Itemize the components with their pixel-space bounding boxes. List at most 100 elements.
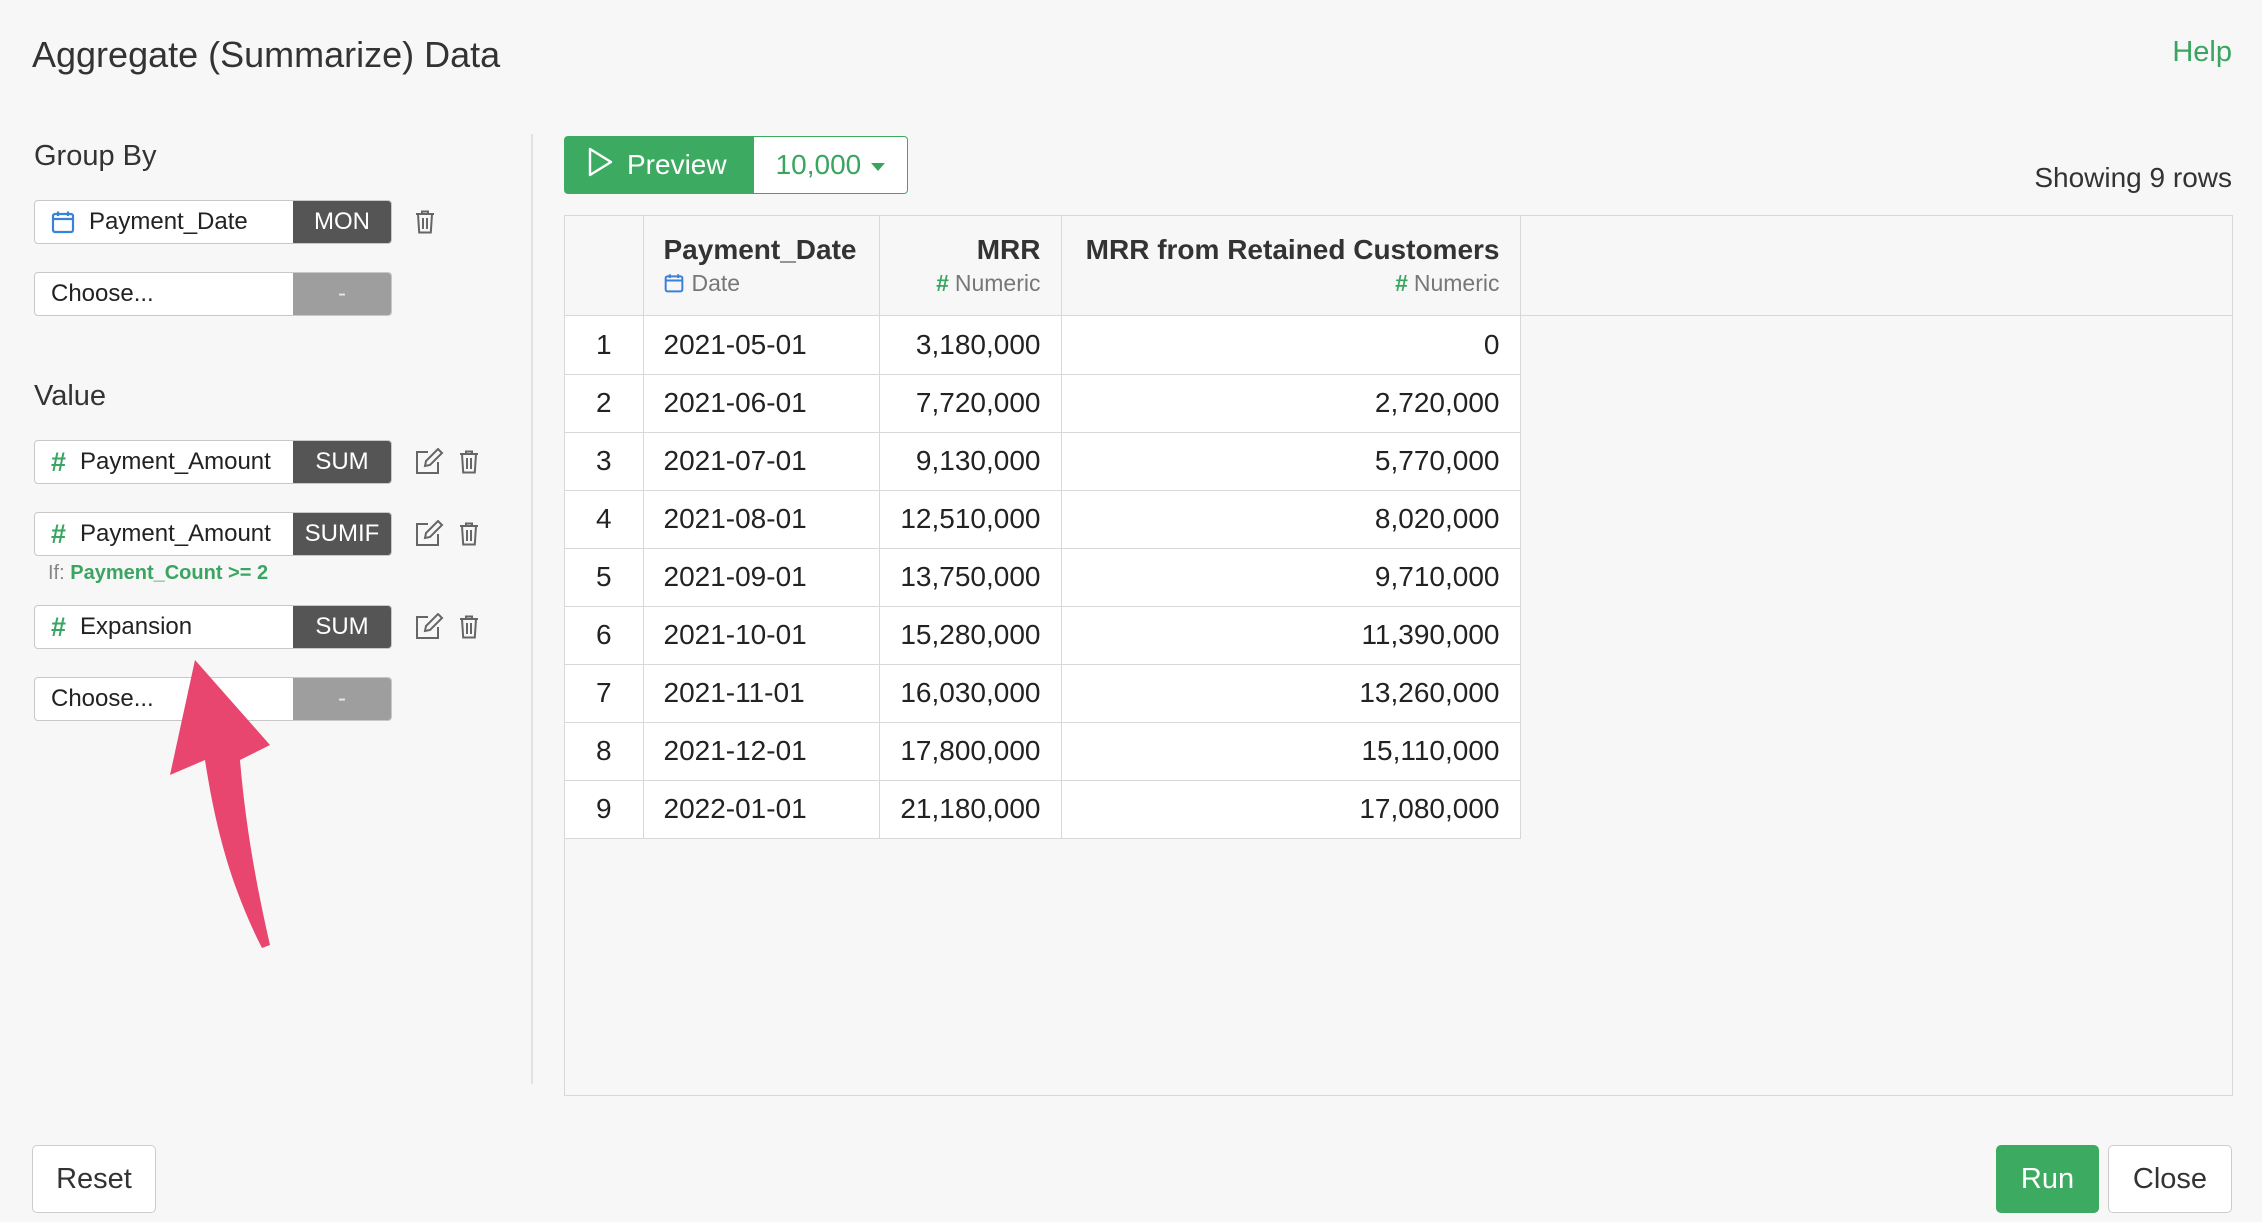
- table-cell[interactable]: 2021-08-01: [643, 490, 880, 549]
- table-row[interactable]: 4 2021-08-01 12,510,000 8,020,000: [565, 490, 1521, 549]
- column-header[interactable]: Payment_Date Date: [643, 216, 880, 316]
- edit-icon[interactable]: [414, 613, 444, 641]
- row-index-cell: 6: [565, 606, 644, 665]
- value-field-row: # Expansion SUM: [34, 605, 480, 649]
- value-function-badge[interactable]: SUM: [293, 606, 391, 648]
- table-row[interactable]: 8 2021-12-01 17,800,000 15,110,000: [565, 722, 1521, 781]
- table-cell[interactable]: 2021-12-01: [643, 722, 880, 781]
- group-by-field-row: Payment_Date MON: [34, 200, 436, 244]
- group-by-chooser[interactable]: Choose... -: [34, 272, 392, 316]
- table-cell[interactable]: 13,260,000: [1061, 664, 1521, 723]
- table-cell[interactable]: 8,020,000: [1061, 490, 1521, 549]
- table-cell[interactable]: 2022-01-01: [643, 780, 880, 839]
- value-field-name: Payment_Amount: [80, 448, 271, 475]
- hash-icon: #: [51, 611, 67, 642]
- column-header[interactable]: MRR from Retained Customers # Numeric: [1061, 216, 1521, 316]
- rows-limit-dropdown[interactable]: 10,000: [753, 136, 909, 194]
- column-name: MRR: [976, 234, 1041, 265]
- table-cell[interactable]: 5,770,000: [1061, 432, 1521, 491]
- hash-icon: #: [1395, 270, 1408, 296]
- preview-grid[interactable]: Payment_Date Date MRR # Numeric MRR from …: [564, 215, 2233, 1096]
- table-cell[interactable]: 17,080,000: [1061, 780, 1521, 839]
- table-cell[interactable]: 2021-05-01: [643, 316, 880, 375]
- trash-icon[interactable]: [414, 209, 436, 235]
- row-index-cell: 5: [565, 548, 644, 607]
- table-cell[interactable]: 17,800,000: [879, 722, 1062, 781]
- row-index-header: [565, 216, 644, 316]
- edit-icon[interactable]: [414, 520, 444, 548]
- column-type: Numeric: [1413, 270, 1500, 296]
- column-name: Payment_Date: [663, 234, 857, 265]
- group-by-chooser-function[interactable]: -: [293, 273, 391, 315]
- row-index-cell: 8: [565, 722, 644, 781]
- table-cell[interactable]: 21,180,000: [879, 780, 1062, 839]
- preview-button[interactable]: Preview: [564, 136, 754, 194]
- value-chooser-function[interactable]: -: [293, 678, 391, 720]
- column-type: Numeric: [954, 270, 1041, 296]
- table-cell[interactable]: 12,510,000: [879, 490, 1062, 549]
- table-cell[interactable]: 2021-06-01: [643, 374, 880, 433]
- table-cell[interactable]: 2,720,000: [1061, 374, 1521, 433]
- group-by-field[interactable]: Payment_Date MON: [34, 200, 392, 244]
- calendar-icon: [51, 210, 75, 234]
- row-index-cell: 2: [565, 374, 644, 433]
- table-cell[interactable]: 15,110,000: [1061, 722, 1521, 781]
- row-index-cell: 9: [565, 780, 644, 839]
- table-row[interactable]: 5 2021-09-01 13,750,000 9,710,000: [565, 548, 1521, 607]
- value-field-row: # Payment_Amount SUM: [34, 440, 480, 484]
- group-by-label: Group By: [34, 140, 157, 172]
- value-field[interactable]: # Payment_Amount SUMIF: [34, 512, 392, 556]
- table-cell[interactable]: 2021-11-01: [643, 664, 880, 723]
- hash-icon: #: [51, 518, 67, 549]
- value-field[interactable]: # Payment_Amount SUM: [34, 440, 392, 484]
- play-icon: [587, 147, 613, 184]
- table-cell[interactable]: 9,710,000: [1061, 548, 1521, 607]
- table-cell[interactable]: 2021-09-01: [643, 548, 880, 607]
- row-index-cell: 7: [565, 664, 644, 723]
- help-link[interactable]: Help: [2172, 36, 2232, 69]
- value-field[interactable]: # Expansion SUM: [34, 605, 392, 649]
- row-index-cell: 3: [565, 432, 644, 491]
- table-cell[interactable]: 9,130,000: [879, 432, 1062, 491]
- hash-icon: #: [936, 270, 949, 296]
- table-row[interactable]: 9 2022-01-01 21,180,000 17,080,000: [565, 780, 1521, 839]
- column-header[interactable]: MRR # Numeric: [879, 216, 1062, 316]
- value-function-badge[interactable]: SUM: [293, 441, 391, 483]
- table-row[interactable]: 2 2021-06-01 7,720,000 2,720,000: [565, 374, 1521, 433]
- sumif-condition: If: Payment_Count >= 2: [48, 562, 268, 585]
- value-label: Value: [34, 380, 107, 412]
- table-row[interactable]: 7 2021-11-01 16,030,000 13,260,000: [565, 664, 1521, 723]
- value-field-name: Expansion: [80, 613, 193, 640]
- table-row[interactable]: 1 2021-05-01 3,180,000 0: [565, 316, 1521, 375]
- trash-icon[interactable]: [458, 449, 480, 475]
- group-by-chooser-row: Choose... -: [34, 272, 392, 316]
- reset-button[interactable]: Reset: [32, 1145, 156, 1213]
- table-cell[interactable]: 7,720,000: [879, 374, 1062, 433]
- group-by-function-badge[interactable]: MON: [293, 201, 391, 243]
- table-cell[interactable]: 2021-10-01: [643, 606, 880, 665]
- edit-icon[interactable]: [414, 448, 444, 476]
- run-button[interactable]: Run: [1996, 1145, 2099, 1213]
- calendar-icon: [664, 272, 684, 299]
- table-cell[interactable]: 2021-07-01: [643, 432, 880, 491]
- column-type: Date: [691, 270, 741, 296]
- table-cell[interactable]: 3,180,000: [879, 316, 1062, 375]
- close-button[interactable]: Close: [2108, 1145, 2232, 1213]
- condition-expression: Payment_Count >= 2: [70, 562, 269, 584]
- table-cell[interactable]: 15,280,000: [879, 606, 1062, 665]
- caret-down-icon: [871, 163, 886, 171]
- trash-icon[interactable]: [458, 614, 480, 640]
- table-cell[interactable]: 16,030,000: [879, 664, 1062, 723]
- panel-divider: [531, 134, 533, 1084]
- value-function-badge[interactable]: SUMIF: [293, 513, 391, 555]
- column-name: MRR from Retained Customers: [1085, 234, 1500, 265]
- table-cell[interactable]: 11,390,000: [1061, 606, 1521, 665]
- trash-icon[interactable]: [458, 521, 480, 547]
- dialog-title: Aggregate (Summarize) Data: [32, 34, 501, 75]
- table-cell[interactable]: 0: [1061, 316, 1521, 375]
- rows-limit-value: 10,000: [775, 149, 862, 180]
- table-row[interactable]: 6 2021-10-01 15,280,000 11,390,000: [565, 606, 1521, 665]
- table-cell[interactable]: 13,750,000: [879, 548, 1062, 607]
- row-count-status: Showing 9 rows: [2034, 162, 2232, 193]
- table-row[interactable]: 3 2021-07-01 9,130,000 5,770,000: [565, 432, 1521, 491]
